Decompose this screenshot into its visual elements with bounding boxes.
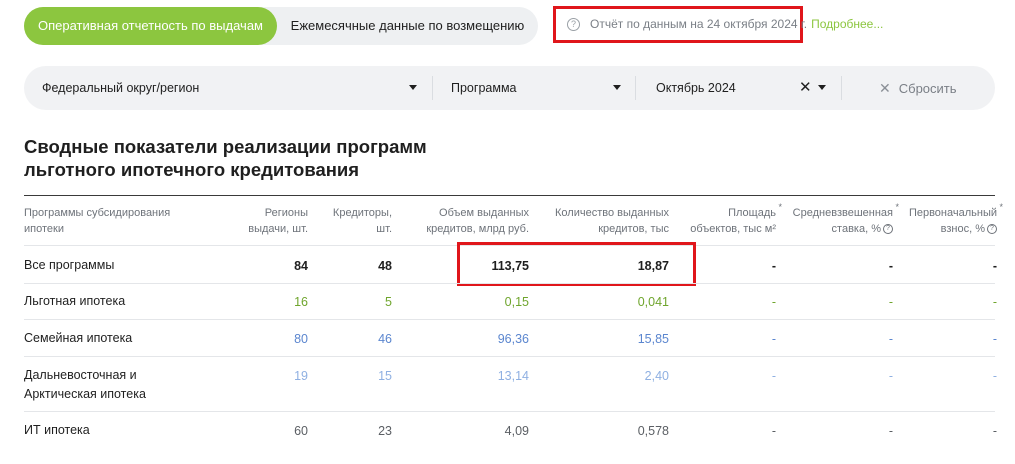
month-select[interactable]: Октябрь 2024	[656, 66, 736, 110]
tab-monthly-reimbursement[interactable]: Ежемесячные данные по возмещению	[277, 7, 538, 45]
cell-creditors: 46	[378, 332, 392, 346]
report-date-text: Отчёт по данным на 24 октября 2024 г.	[590, 17, 808, 31]
chevron-down-icon[interactable]	[818, 85, 826, 90]
clear-icon[interactable]: ✕	[799, 79, 812, 97]
chevron-down-icon[interactable]	[409, 85, 417, 90]
cell-count: 0,578	[637, 424, 669, 438]
cell-creditors: 23	[378, 424, 392, 438]
cell-area: -	[771, 332, 776, 346]
cell-downpayment: -	[992, 332, 997, 346]
table-top-rule	[24, 195, 995, 196]
cell-regions: 19	[294, 369, 308, 383]
divider	[841, 76, 842, 100]
program-select[interactable]: Программа	[451, 66, 517, 110]
header-volume: Объем выданных кредитов, млрд руб.	[426, 207, 529, 235]
question-circle-icon[interactable]: ?	[883, 224, 893, 235]
tab-operational-reporting[interactable]: Оперативная отчетность по выдачам	[24, 7, 277, 45]
question-circle-icon[interactable]: ?	[987, 224, 997, 235]
cell-rate: -	[888, 369, 893, 383]
reset-label: Сбросить	[898, 81, 957, 96]
question-circle-icon: ?	[567, 17, 580, 31]
header-regions: Регионы выдачи, шт.	[248, 207, 308, 235]
cell-rate: -	[888, 424, 893, 438]
row-program-name: Семейная ипотека	[24, 331, 133, 345]
page-title: Сводные показатели реализации программ л…	[24, 136, 427, 180]
cell-area: -	[771, 369, 776, 383]
cell-count: 0,041	[637, 295, 669, 309]
filter-bar: Федеральный округ/регион Программа Октяб…	[24, 66, 995, 110]
cell-area: -	[771, 424, 776, 438]
cell-rate: -	[888, 259, 893, 273]
header-creditors: Кредиторы, шт.	[332, 207, 392, 235]
cell-regions: 60	[294, 424, 308, 438]
cell-volume: 13,14	[497, 369, 529, 383]
footnote-asterisk: *	[999, 202, 1003, 212]
cell-volume: 0,15	[504, 295, 529, 309]
header-rate: Средневзвешенная ставка, %? *	[784, 202, 899, 237]
cell-downpayment: -	[992, 295, 997, 309]
cell-regions: 80	[294, 332, 308, 346]
report-date-note: ? Отчёт по данным на 24 октября 2024 г. …	[567, 17, 883, 31]
row-program-name: Льготная ипотека	[24, 294, 126, 308]
header-area-label: Площадь объектов, тыс м²	[690, 207, 776, 235]
header-count: Количество выданных кредитов, тыс	[555, 207, 669, 235]
cell-regions: 84	[294, 259, 308, 273]
cell-regions: 16	[294, 295, 308, 309]
cell-volume: 4,09	[504, 424, 529, 438]
header-downpayment-label: Первоначальный взнос, %	[908, 207, 997, 235]
cell-rate: -	[888, 295, 893, 309]
row-program-name: Дальневосточная и Арктическая ипотека	[24, 368, 146, 401]
more-link[interactable]: Подробнее...	[811, 17, 883, 31]
header-downpayment: Первоначальный взнос, %? *	[902, 202, 1003, 237]
row-program-name: ИТ ипотека	[24, 423, 90, 437]
header-program: Программы субсидирования ипотеки	[24, 207, 171, 235]
cell-downpayment: -	[992, 369, 997, 383]
cell-downpayment: -	[992, 424, 997, 438]
cell-volume: 96,36	[497, 332, 529, 346]
header-area: Площадь объектов, тыс м² *	[690, 202, 782, 237]
footnote-asterisk: *	[778, 202, 782, 212]
footnote-asterisk: *	[895, 202, 899, 212]
cell-count: 15,85	[637, 332, 669, 346]
cell-creditors: 15	[378, 369, 392, 383]
cell-creditors: 48	[378, 259, 392, 273]
cell-area: -	[771, 295, 776, 309]
header-rate-label: Средневзвешенная ставка, %	[792, 207, 893, 235]
cell-creditors: 5	[385, 295, 392, 309]
row-divider	[24, 319, 995, 320]
row-divider	[24, 283, 995, 284]
row-divider	[24, 356, 995, 357]
close-icon: ✕	[879, 80, 891, 96]
chevron-down-icon[interactable]	[613, 85, 621, 90]
row-program-name: Все программы	[24, 258, 115, 272]
region-select[interactable]: Федеральный округ/регион	[42, 66, 199, 110]
divider	[432, 76, 433, 100]
report-tabs: Оперативная отчетность по выдачам Ежемес…	[24, 7, 538, 45]
values-highlight-box	[457, 242, 696, 286]
divider	[635, 76, 636, 100]
cell-downpayment: -	[992, 259, 997, 273]
row-divider	[24, 411, 995, 412]
reset-button[interactable]: ✕ Сбросить	[879, 66, 957, 110]
cell-rate: -	[888, 332, 893, 346]
cell-count: 2,40	[644, 369, 669, 383]
cell-area: -	[771, 259, 776, 273]
